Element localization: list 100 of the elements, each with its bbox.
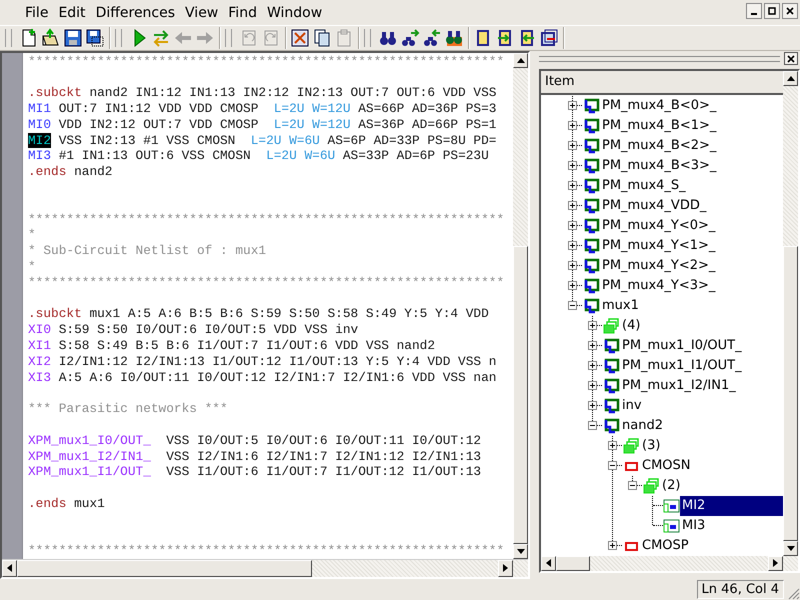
tree-item[interactable]: PM_mux4_Y<0>_ [600,216,718,236]
drag-handle[interactable] [115,28,122,47]
close-button[interactable] [782,3,798,19]
right-triangle-icon [503,564,508,572]
tree-item[interactable]: CMOSN [640,456,693,476]
close-icon [786,7,794,15]
expand-toggle[interactable] [568,281,577,290]
tree-item[interactable]: (2) [660,476,682,496]
code-line: XPM_mux1_I0/OUT_ VSS I0/OUT:5 I0/OUT:6 I0/OUT:11 I0/OUT:12 [28,432,482,449]
drag-handle[interactable] [5,28,12,47]
minimize-button[interactable] [746,3,762,19]
scrollbar-thumb[interactable] [783,246,798,541]
expand-toggle[interactable] [588,401,597,410]
drag-handle[interactable] [225,28,232,47]
scroll-down-button[interactable] [513,544,528,559]
expand-toggle[interactable] [608,441,617,450]
toolbar-button[interactable] [84,26,106,49]
expand-toggle[interactable] [568,121,577,130]
menu-item[interactable]: View [180,2,224,23]
expand-toggle[interactable] [568,241,577,250]
toolbar-button[interactable] [538,26,560,49]
code-line: XPM_mux1_I1/OUT_ VSS I1/OUT:6 I1/OUT:7 I1/OUT:12 I1/OUT:13 [28,464,482,480]
code-line: XPM_mux1_I2/IN1_ VSS I2/IN1:6 I2/IN1:7 I2/IN1:12 I2/IN1:13 [28,448,482,464]
menu-item[interactable]: Edit [53,2,91,23]
scrollbar-thumb[interactable] [556,556,590,571]
plus-icon [569,262,576,270]
tree-item[interactable]: (4) [620,316,642,336]
scroll-up-button[interactable] [783,70,798,86]
collapse-toggle[interactable] [568,301,577,310]
expand-toggle[interactable] [568,261,577,270]
expand-toggle[interactable] [568,181,577,190]
code-line: MI2 VSS IN2:13 #1 VSS CMOSN L=2U W=6U AS=6P AD=33P PS=8U PD= [28,132,498,148]
tree-item[interactable]: PM_mux1_I0/OUT_ [620,336,744,356]
tree-item[interactable]: PM_mux4_Y<1>_ [600,236,718,256]
scroll-right-button[interactable] [768,556,783,571]
menu-item[interactable]: Differences [90,2,180,23]
plus-icon [589,342,596,350]
scroll-right-button[interactable] [498,560,513,577]
tree-item[interactable]: PM_mux1_I2/IN1_ [620,376,738,396]
expand-toggle[interactable] [568,161,577,170]
tree-item[interactable]: PM_mux4_VDD_ [600,196,708,216]
tree-item[interactable]: PM_mux4_S_ [600,176,688,196]
plus-icon [569,102,576,110]
tree-item[interactable]: PM_mux4_B<1>_ [600,116,718,136]
plus-icon [569,162,576,170]
net-icon [603,418,620,434]
expand-toggle[interactable] [568,141,577,150]
tree-item[interactable]: PM_mux4_Y<3>_ [600,276,718,296]
drag-handle[interactable] [364,28,371,47]
code-line: XI0 S:59 S:50 I0/OUT:6 I0/OUT:5 VDD VSS inv [28,322,360,338]
down-triangle-icon [786,546,794,551]
tree-item[interactable]: mux1 [600,296,641,316]
tree-item[interactable]: inv [620,396,644,416]
column-header[interactable]: Item [541,70,783,95]
window-icon [663,518,680,534]
scroll-left-button[interactable] [541,556,556,571]
scrollbar-thumb[interactable] [17,560,312,577]
code-line: XI1 S:58 S:49 B:5 B:6 I1/OUT:7 I1/OUT:6 VDD VSS nand2 [28,338,436,354]
left-triangle-icon [7,564,12,572]
expand-toggle[interactable] [588,341,597,350]
collapse-toggle[interactable] [588,421,597,430]
close-button[interactable] [784,52,798,66]
resize-grip-icon[interactable] [786,586,800,600]
scissors-icon [290,28,310,48]
tree-item[interactable]: PM_mux4_Y<2>_ [600,256,718,276]
tree-item[interactable]: CMOSP [640,536,691,556]
left-triangle-icon [546,559,551,568]
collapse-toggle[interactable] [628,481,637,490]
tree-item[interactable]: PM_mux4_B<2>_ [600,136,718,156]
toolbar-button[interactable] [62,26,84,49]
stacked-squares-icon [603,318,620,334]
tree-item[interactable]: PM_mux4_B<3>_ [600,156,718,176]
restore-button[interactable] [764,3,780,19]
scrollbar-thumb[interactable] [513,246,528,544]
tree-item[interactable]: MI3 [680,516,708,536]
expand-toggle[interactable] [608,541,617,550]
toolbar-button[interactable] [421,26,443,49]
tree-item[interactable]: (3) [640,436,662,456]
menu-item[interactable]: Find [223,2,262,23]
menu-item[interactable]: File [20,2,54,23]
toolbar-button[interactable] [399,26,421,49]
tree-item[interactable]: PM_mux4_B<0>_ [600,96,718,116]
plus-icon [569,242,576,250]
collapse-toggle[interactable] [608,461,617,470]
tree-item[interactable]: nand2 [620,416,665,436]
expand-toggle[interactable] [588,321,597,330]
expand-toggle[interactable] [568,201,577,210]
tree-item[interactable]: PM_mux1_I1/OUT_ [620,356,744,376]
toolbar-button[interactable] [289,26,311,49]
plus-icon [569,142,576,150]
expand-toggle[interactable] [568,101,577,110]
expand-toggle[interactable] [588,361,597,370]
menu-item[interactable]: Window [262,2,328,23]
scroll-down-button[interactable] [783,540,798,556]
scroll-left-button[interactable] [2,560,17,577]
scroll-up-button[interactable] [513,52,528,68]
expand-toggle[interactable] [568,221,577,230]
tree-item[interactable]: MI2 [680,496,783,516]
expand-toggle[interactable] [588,381,597,390]
code-line: ************************************************************** * * Sub-Circuit Netlist of : mux1 * ************************************************************** [28,212,506,291]
